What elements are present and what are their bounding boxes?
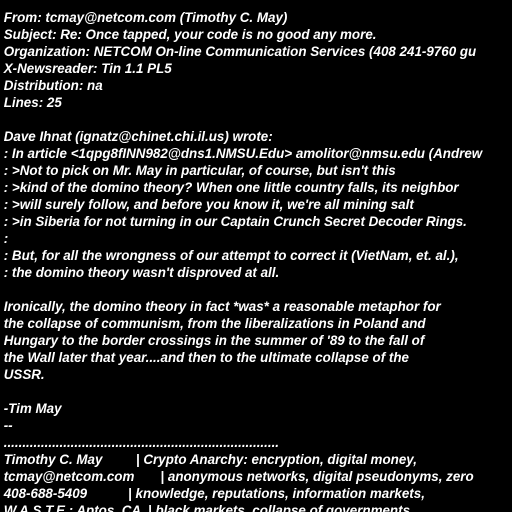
body-line: the collapse of communism, from the libe… — [0, 315, 426, 332]
quoted-line: : >in Siberia for not turning in our Cap… — [0, 213, 467, 230]
body-line: Hungary to the border crossings in the s… — [0, 332, 424, 349]
quoted-line: : >kind of the domino theory? When one l… — [0, 179, 459, 196]
body-line: USSR. — [0, 366, 45, 383]
header-newsreader: X-Newsreader: Tin 1.1 PL5 — [0, 60, 172, 77]
body-line: the Wall later that year....and then to … — [0, 349, 409, 366]
quoted-line: : But, for all the wrongness of our atte… — [0, 247, 459, 264]
quoted-line: : — [0, 230, 8, 247]
header-organization: Organization: NETCOM On-line Communicati… — [0, 43, 476, 60]
quoted-line: : >will surely follow, and before you kn… — [0, 196, 414, 213]
quoted-line: : >Not to pick on Mr. May in particular… — [0, 162, 396, 179]
newsgroup-post-view: From: tcmay@netcom.com (Timothy C. May) … — [0, 0, 512, 512]
signature-separator: -- — [0, 417, 13, 434]
quoted-line: : In article <1qpg8fINN982@dns1.NMSU.Edu… — [0, 145, 482, 162]
header-from: From: tcmay@netcom.com (Timothy C. May) — [0, 9, 287, 26]
signoff-line: -Tim May — [0, 400, 62, 417]
body-line: Ironically, the domino theory in fact *w… — [0, 298, 441, 315]
header-lines: Lines: 25 — [0, 94, 62, 111]
signature-rule: ........................................… — [0, 434, 279, 451]
header-subject: Subject: Re: Once tapped, your code is n… — [0, 26, 376, 43]
attribution-line: Dave Ihnat (ignatz@chinet.chi.il.us) wro… — [0, 128, 273, 145]
signature-line: 408-688-5409 | knowledge, reputations, i… — [0, 485, 425, 502]
signature-line: Timothy C. May | Crypto Anarchy: encrypt… — [0, 451, 417, 468]
quoted-line: : the domino theory wasn't disproved at … — [0, 264, 279, 281]
header-distribution: Distribution: na — [0, 77, 103, 94]
signature-line: W.A.S.T.E.: Aptos, CA | black markets, c… — [0, 502, 414, 512]
signature-line: tcmay@netcom.com | anonymous networks, d… — [0, 468, 474, 485]
